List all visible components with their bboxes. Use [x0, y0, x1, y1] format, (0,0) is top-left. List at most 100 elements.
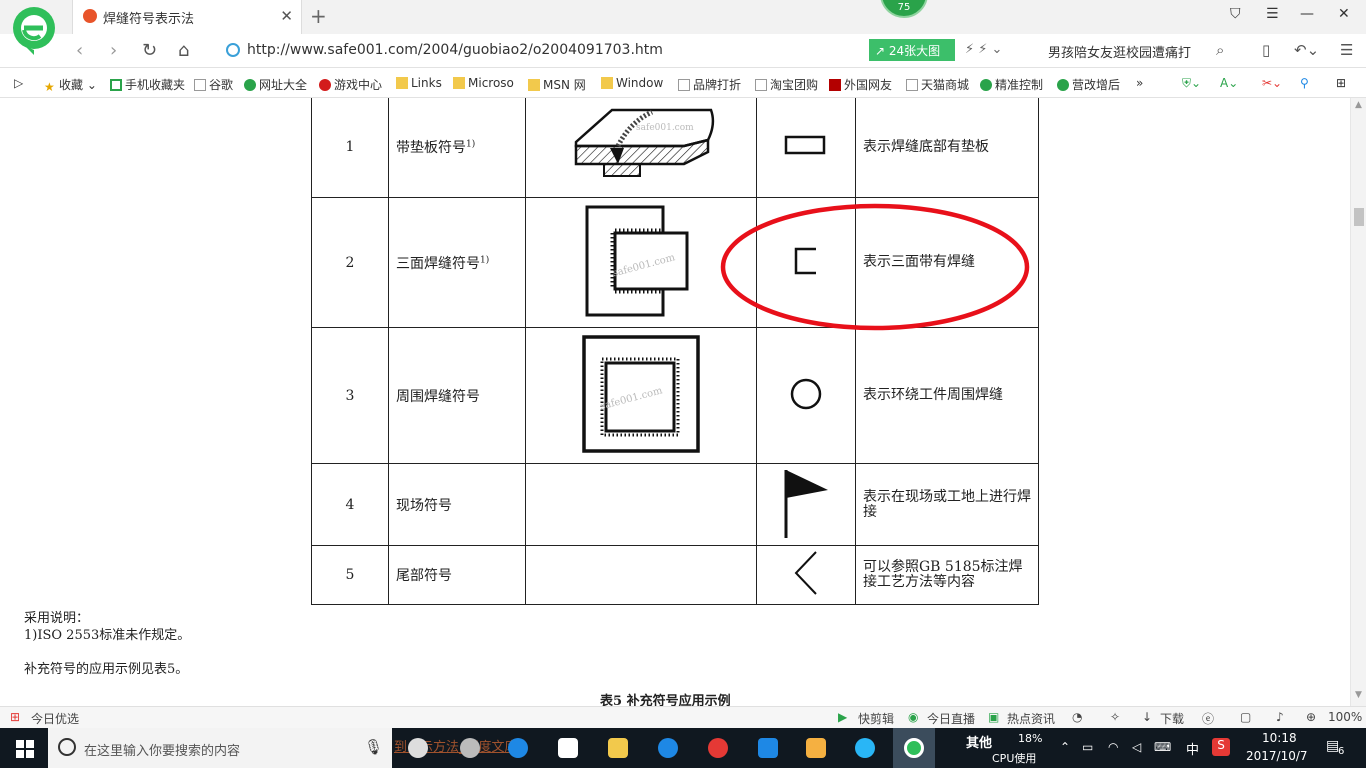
url-field[interactable]: http://www.safe001.com/2004/guobiao2/o20…	[247, 42, 663, 58]
close-window-icon[interactable]: ✕	[1338, 6, 1350, 22]
bookmark-sites[interactable]: 网址大全	[244, 76, 307, 93]
grid-icon[interactable]: ⊞	[1336, 76, 1346, 90]
tools-icon[interactable]: ✧	[1110, 710, 1120, 724]
taskview-icon[interactable]	[400, 732, 436, 764]
zoom-level[interactable]: 100%	[1328, 710, 1362, 724]
file-explorer-icon[interactable]	[600, 732, 636, 764]
status-bar: ⊞ 今日优选 ▶ 快剪辑 ◉ 今日直播 ▣ 热点资讯 ◔ ✧ ↓ 下载 ⓔ ▢ …	[0, 706, 1366, 728]
notification-badge[interactable]: 75	[880, 0, 928, 18]
translate-icon[interactable]: A⌄	[1220, 76, 1238, 90]
bookmark-control[interactable]: 精准控制	[980, 76, 1043, 93]
row-symbol	[756, 463, 856, 546]
row-number: 4	[311, 463, 389, 546]
field-weld-flag-icon	[784, 469, 828, 538]
shield-icon[interactable]: ⛨⌄	[1182, 76, 1201, 91]
note-1: 1)ISO 2553标准未作规定。	[24, 628, 191, 643]
site-security-icon	[226, 43, 240, 57]
tray-expand-icon[interactable]: ⌃	[1060, 740, 1070, 754]
battery-icon[interactable]: ▭	[1082, 740, 1093, 754]
undo-icon[interactable]: ↶⌄	[1294, 41, 1319, 59]
background-text: 其他	[966, 736, 993, 751]
highlight-ellipse	[720, 203, 1030, 331]
shirt-icon[interactable]: ⛉	[1230, 6, 1241, 22]
scroll-thumb[interactable]	[1354, 208, 1364, 226]
row-description: 可以参照GB 5185标注焊接工艺方法等内容	[855, 545, 1039, 605]
bookmark-tmall[interactable]: 天猫商城	[906, 76, 969, 93]
taskbar-search-box[interactable]: 在这里输入你要搜索的内容 🎙	[48, 728, 392, 768]
bigpic-button[interactable]: ↗ 24张大图	[869, 39, 955, 61]
ie-icon[interactable]	[847, 732, 883, 764]
magnifier-icon[interactable]: ⚲	[1300, 76, 1309, 90]
store-icon[interactable]	[550, 732, 586, 764]
scroll-up-icon[interactable]: ▲	[1355, 100, 1362, 110]
scroll-down-icon[interactable]: ▼	[1355, 690, 1362, 700]
bookmark-favorites[interactable]: ★ 收藏 ⌄	[44, 76, 97, 94]
notes-app-icon[interactable]	[798, 732, 834, 764]
browser-360-icon[interactable]	[452, 732, 488, 764]
video-icon: ▶	[838, 710, 848, 724]
tab-active[interactable]: 焊缝符号表示法 ✕	[72, 0, 302, 34]
clock-time[interactable]: 10:18	[1262, 731, 1297, 745]
hot-search-text[interactable]: 男孩陪女友逛校园遭痛打	[1048, 42, 1191, 61]
table-row: 4 现场符号 表示在现场或工地上进行焊接	[311, 463, 1039, 546]
status-news[interactable]: 热点资讯	[1007, 710, 1055, 727]
microphone-icon[interactable]: 🎙	[364, 738, 383, 756]
phone-icon[interactable]: ▯	[1262, 41, 1270, 59]
status-download[interactable]: 下载	[1160, 710, 1184, 727]
row-illustration-empty	[525, 463, 757, 546]
bookmark-msn[interactable]: MSN 网	[528, 76, 586, 93]
bookmark-foreign[interactable]: 外国网友	[829, 76, 892, 93]
bookmark-brand[interactable]: 品牌打折	[678, 76, 741, 93]
app-swirl-icon[interactable]	[700, 732, 736, 764]
three-side-weld-illustration: safe001.com	[585, 205, 689, 316]
forward-icon[interactable]: ›	[110, 40, 117, 61]
taskbar-active-browser[interactable]	[893, 728, 935, 768]
home-icon[interactable]: ⌂	[178, 40, 189, 61]
sound-icon[interactable]: ♪	[1276, 710, 1284, 724]
keyboard-icon[interactable]: ⌨	[1154, 740, 1171, 754]
bookmarks-toggle-icon[interactable]: ▷	[14, 76, 23, 90]
app-plus-icon[interactable]	[750, 732, 786, 764]
minimize-icon[interactable]: —	[1300, 6, 1314, 22]
row-illustration-empty	[525, 545, 757, 605]
vertical-scrollbar[interactable]: ▲ ▼	[1350, 98, 1366, 706]
notification-count: 6	[1338, 746, 1345, 757]
news-icon: ▣	[988, 710, 1000, 724]
back-icon[interactable]: ‹	[76, 40, 83, 61]
volume-icon[interactable]: ◁	[1132, 740, 1141, 754]
ime-indicator[interactable]: 中	[1186, 739, 1199, 758]
status-today-picks[interactable]: 今日优选	[31, 710, 79, 727]
window-icon[interactable]: ▢	[1240, 710, 1251, 724]
search-icon[interactable]: ⌕	[1216, 41, 1224, 59]
bookmark-taobao[interactable]: 淘宝团购	[755, 76, 818, 93]
status-live[interactable]: 今日直播	[927, 710, 975, 727]
tab-close-icon[interactable]: ✕	[280, 7, 293, 25]
bookmark-microsoft[interactable]: Microso	[453, 76, 514, 90]
app-g-icon[interactable]	[650, 732, 686, 764]
zoom-icon[interactable]: ⊕	[1306, 710, 1316, 724]
sogou-ime-icon[interactable]: S	[1212, 738, 1230, 756]
bookmark-links[interactable]: Links	[396, 76, 442, 90]
status-quick-edit[interactable]: 快剪辑	[858, 710, 894, 727]
browser-logo-icon[interactable]	[10, 6, 58, 56]
bookmark-windows[interactable]: Window	[601, 76, 663, 90]
scissors-icon[interactable]: ✂⌄	[1262, 76, 1282, 90]
clock-date[interactable]: 2017/10/7	[1246, 749, 1308, 763]
more-icon[interactable]: ☰	[1340, 41, 1353, 59]
speed-icon[interactable]: ◔	[1072, 710, 1082, 724]
bookmark-google[interactable]: 谷歌	[194, 76, 233, 93]
taskbar-search-placeholder: 在这里输入你要搜索的内容	[84, 744, 241, 759]
refresh-icon[interactable]: ↻	[142, 40, 157, 61]
address-bar: ‹ › ↻ ⌂ http://www.safe001.com/2004/guob…	[0, 34, 1366, 68]
new-tab-icon[interactable]: +	[310, 4, 327, 28]
more-bookmarks-icon[interactable]: »	[1136, 76, 1143, 90]
addr-tools-icons[interactable]: ⚡ ⚡ ⌄	[965, 42, 1002, 57]
menu-icon[interactable]: ☰	[1266, 6, 1279, 22]
windows-start-icon[interactable]	[16, 740, 34, 758]
ie-mode-icon[interactable]: ⓔ	[1202, 710, 1214, 727]
bookmark-games[interactable]: 游戏中心	[319, 76, 382, 93]
wifi-icon[interactable]: ◠	[1108, 740, 1118, 754]
bookmark-tax[interactable]: 营改增后	[1057, 76, 1120, 93]
edge-icon[interactable]	[500, 732, 536, 764]
bookmark-mobile[interactable]: 手机收藏夹	[110, 76, 185, 93]
